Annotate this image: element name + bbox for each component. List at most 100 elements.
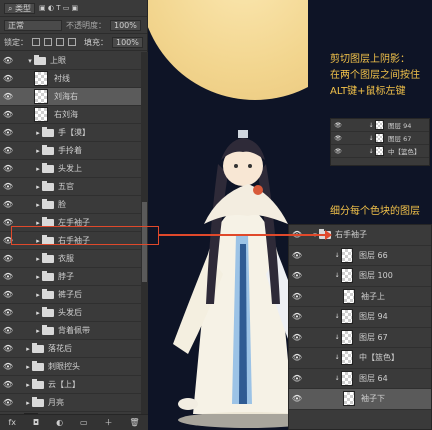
layer-row[interactable]: 👁 ▸ 头发后 xyxy=(0,304,148,322)
adjustment-button[interactable]: ◐ xyxy=(56,418,63,427)
eye-icon[interactable]: 👁 xyxy=(0,380,16,389)
eye-icon[interactable]: 👁 xyxy=(0,362,16,371)
eye-icon[interactable]: 👁 xyxy=(0,74,16,83)
layer-row[interactable]: 👁 ▸ 衣服 xyxy=(0,250,148,268)
layer-name: 图层 66 xyxy=(359,250,388,260)
lock-all-icon[interactable] xyxy=(68,38,76,46)
eye-icon[interactable]: 👁 xyxy=(0,398,16,407)
eye-icon[interactable]: 👁 xyxy=(289,271,305,280)
blend-mode-select[interactable]: 正常 xyxy=(4,19,62,31)
fill-field[interactable]: 100% xyxy=(112,36,143,48)
trash-icon[interactable]: 🗑 xyxy=(129,418,139,427)
eye-icon[interactable]: 👁 xyxy=(0,200,16,209)
layer-row[interactable]: 👁 ▸ 云【上】 xyxy=(0,376,148,394)
layer-row[interactable]: 👁 ▸ 五官 xyxy=(0,178,148,196)
eye-icon[interactable]: 👁 xyxy=(0,272,16,281)
chevron-right-icon[interactable]: ▸ xyxy=(34,255,42,263)
layer-row[interactable]: 👁 ▸ 手拎着 xyxy=(0,142,148,160)
layer-row[interactable]: 👁 ▸ 刺眼控头 xyxy=(0,358,148,376)
eye-icon[interactable]: 👁 xyxy=(0,56,16,65)
new-layer-button[interactable]: ＋ xyxy=(104,417,112,428)
filter-icons[interactable]: ▣ ◐ T ▭ ▣ xyxy=(39,4,78,12)
eye-icon[interactable]: 👁 xyxy=(289,333,305,342)
eye-icon[interactable]: 👁 xyxy=(0,146,16,155)
eye-icon[interactable]: 👁 xyxy=(289,353,305,362)
chevron-right-icon[interactable]: ▸ xyxy=(24,363,32,371)
layer-name: 图层 94 xyxy=(388,122,412,130)
eye-icon[interactable]: 👁 xyxy=(0,344,16,353)
layer-row[interactable]: 👁 ▸ 背着佩带 xyxy=(0,322,148,340)
layer-thumbnail xyxy=(34,89,48,104)
chevron-right-icon[interactable]: ▸ xyxy=(24,381,32,389)
layer-row[interactable]: 👁 衬线 xyxy=(0,70,148,88)
expanded-layer-row[interactable]: 👁 ↓ 图层 67 xyxy=(289,328,431,348)
expanded-layer-row[interactable]: 👁 ↓ 图层 94 xyxy=(289,307,431,328)
expanded-layer-row[interactable]: 👁 袖子下 xyxy=(289,389,431,410)
eye-icon[interactable]: 👁 xyxy=(0,182,16,191)
chevron-right-icon[interactable]: ▸ xyxy=(34,165,42,173)
new-group-button[interactable]: ▭ xyxy=(80,418,88,427)
layer-row[interactable]: 👁 右刘海 xyxy=(0,106,148,124)
chevron-right-icon[interactable]: ▸ xyxy=(34,129,42,137)
chevron-right-icon[interactable]: ▸ xyxy=(34,147,42,155)
chevron-right-icon[interactable]: ▸ xyxy=(34,291,42,299)
mini-layer-row[interactable]: 👁 ↓ 图层 94 xyxy=(331,119,429,132)
layer-row[interactable]: 👁 ▸ 月亮 xyxy=(0,394,148,412)
chevron-right-icon[interactable]: ▸ xyxy=(24,345,32,353)
eye-icon[interactable]: 👁 xyxy=(0,254,16,263)
layer-row[interactable]: 👁 ▸ 脖子 xyxy=(0,268,148,286)
clip-indicator-icon: ↓ xyxy=(368,121,374,129)
lock-position-icon[interactable] xyxy=(56,38,64,46)
expanded-layer-row[interactable]: 👁 袖子上 xyxy=(289,287,431,307)
lock-pixels-icon[interactable] xyxy=(44,38,52,46)
chevron-right-icon[interactable]: ▸ xyxy=(34,327,42,335)
layer-thumbnail xyxy=(34,107,48,122)
eye-icon[interactable]: 👁 xyxy=(289,394,305,403)
layer-name: 背着佩带 xyxy=(58,326,90,335)
eye-icon[interactable]: 👁 xyxy=(331,135,345,142)
eye-icon[interactable]: 👁 xyxy=(0,92,16,101)
expanded-layer-row[interactable]: 👁 ↓ 中【篮色】 xyxy=(289,348,431,369)
eye-icon[interactable]: 👁 xyxy=(289,374,305,383)
layer-row[interactable]: 👁 ▸ 脸 xyxy=(0,196,148,214)
eye-icon[interactable]: 👁 xyxy=(0,308,16,317)
chevron-right-icon[interactable]: ▸ xyxy=(24,399,32,407)
fill-label: 填充： xyxy=(84,37,108,47)
eye-icon[interactable]: 👁 xyxy=(289,292,305,301)
expanded-layer-row[interactable]: 👁 ↓ 图层 66 xyxy=(289,246,431,266)
mask-button[interactable]: ◘ xyxy=(33,418,39,427)
eye-icon[interactable]: 👁 xyxy=(0,326,16,335)
layer-name: 中【篮色】 xyxy=(388,148,421,156)
eye-icon[interactable]: 👁 xyxy=(0,128,16,137)
mini-layer-row[interactable]: 👁 ↓ 图层 67 xyxy=(331,132,429,145)
lock-transparent-icon[interactable] xyxy=(32,38,40,46)
eye-icon[interactable]: 👁 xyxy=(289,251,305,260)
chevron-right-icon[interactable]: ▸ xyxy=(34,183,42,191)
expanded-layer-row[interactable]: 👁 ↓ 图层 64 xyxy=(289,369,431,389)
filter-row: ⌕ 类型 ▣ ◐ T ▭ ▣ xyxy=(0,0,147,17)
layer-row[interactable]: 👁 ▸ 手【漠】 xyxy=(0,124,148,142)
opacity-field[interactable]: 100% xyxy=(110,19,141,31)
layer-name: 手【漠】 xyxy=(58,128,90,137)
eye-icon[interactable]: 👁 xyxy=(289,312,305,321)
eye-icon[interactable]: 👁 xyxy=(0,110,16,119)
layer-row[interactable]: 👁 ▸ 裤子后 xyxy=(0,286,148,304)
fx-button[interactable]: fx xyxy=(8,418,16,427)
layer-row[interactable]: 👁 ▸ 头发上 xyxy=(0,160,148,178)
chevron-right-icon[interactable]: ▸ xyxy=(34,201,42,209)
layer-row[interactable]: 👁 ▾ 上眼 xyxy=(0,52,148,70)
layer-row[interactable]: 👁 刘海右 xyxy=(0,88,148,106)
chevron-right-icon[interactable]: ▸ xyxy=(34,273,42,281)
layer-name: 右手袖子 xyxy=(335,230,367,240)
eye-icon[interactable]: 👁 xyxy=(331,122,345,129)
layer-name: 脖子 xyxy=(58,272,74,281)
expanded-layer-row[interactable]: 👁 ↓ 图层 100 xyxy=(289,266,431,287)
chevron-down-icon[interactable]: ▾ xyxy=(26,57,34,65)
mini-layer-row[interactable]: 👁 ↓ 中【篮色】 xyxy=(331,145,429,158)
eye-icon[interactable]: 👁 xyxy=(331,148,345,155)
kind-filter[interactable]: ⌕ 类型 xyxy=(4,2,36,14)
eye-icon[interactable]: 👁 xyxy=(0,290,16,299)
chevron-right-icon[interactable]: ▸ xyxy=(34,309,42,317)
eye-icon[interactable]: 👁 xyxy=(0,164,16,173)
layer-row[interactable]: 👁 ▸ 落花后 xyxy=(0,340,148,358)
